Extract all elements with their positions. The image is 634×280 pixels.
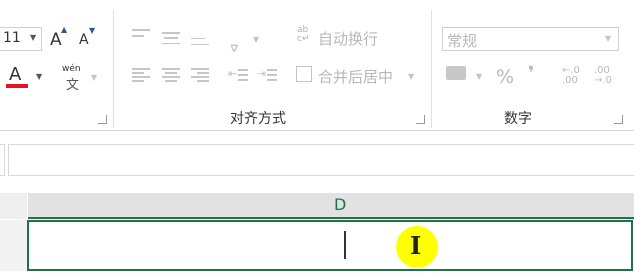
merge-center-icon [296, 66, 312, 82]
chevron-down-icon: ▼ [605, 34, 612, 43]
formula-input[interactable] [8, 144, 634, 176]
select-all-corner[interactable] [0, 193, 27, 219]
caret-down-icon: ▼ [89, 26, 96, 35]
orientation-icon[interactable]: ᢦ [230, 27, 239, 57]
number-format-value: 常规 [447, 32, 478, 50]
chevron-down-icon[interactable]: ▼ [253, 35, 259, 44]
decrease-decimal-bottom: →.0 [594, 75, 612, 86]
row-header[interactable] [0, 220, 27, 271]
number-group-label: 数字 [504, 111, 532, 127]
font-color-letter: A [9, 64, 22, 85]
chevron-down-icon: ▼ [30, 33, 37, 42]
accounting-format-button[interactable]: ▼ [446, 64, 486, 88]
text-caret [344, 231, 346, 259]
chevron-down-icon: ▼ [408, 72, 415, 81]
align-left-icon[interactable] [132, 68, 150, 82]
increase-decimal-button[interactable]: ←.0 .00 [562, 66, 586, 88]
align-middle-icon[interactable] [162, 32, 180, 44]
group-separator [113, 10, 114, 128]
align-center-icon[interactable] [162, 68, 180, 82]
font-color-swatch [6, 84, 28, 88]
percent-style-button[interactable]: % [496, 66, 514, 88]
font-group-launcher[interactable] [98, 115, 107, 124]
wrap-text-icon: ab c↵ [297, 25, 310, 44]
chevron-down-icon[interactable]: ▼ [91, 73, 97, 82]
chevron-down-icon[interactable]: ▼ [36, 72, 42, 81]
phonetic-char: 文 [66, 78, 80, 93]
align-right-icon[interactable] [191, 68, 209, 82]
active-cell[interactable] [27, 220, 633, 271]
align-top-icon[interactable] [132, 29, 150, 41]
increase-decimal-bottom: .00 [562, 75, 578, 86]
number-format-combo[interactable]: 常规 ▼ [442, 27, 619, 51]
currency-icon [446, 66, 466, 80]
alignment-group-launcher[interactable] [416, 115, 425, 124]
phonetic-guide-button[interactable]: wén 文 [62, 64, 86, 93]
column-header-D[interactable]: D [28, 193, 634, 219]
group-separator [431, 10, 432, 128]
number-group-launcher[interactable] [614, 115, 623, 124]
comma-style-button[interactable]: ❜ [528, 63, 534, 84]
merge-center-button[interactable]: 合并后居中 ▼ [294, 64, 424, 88]
decrease-decimal-button[interactable]: .00 →.0 [594, 66, 618, 88]
column-header-label: D [334, 195, 347, 214]
phonetic-pinyin: wén [62, 64, 81, 74]
name-box-edge[interactable] [0, 144, 5, 176]
merge-center-label: 合并后居中 [318, 68, 394, 86]
font-size-value: 11 [3, 30, 21, 46]
shrink-font-label: A [79, 32, 89, 48]
wrap-text-label: 自动换行 [318, 30, 379, 48]
chevron-down-icon: ▼ [476, 72, 483, 81]
decrease-indent-icon[interactable]: ⇤ [228, 67, 248, 83]
font-size-combo[interactable]: 11 ▼ [0, 27, 42, 51]
wrap-text-button[interactable]: ab c↵ 自动换行 [296, 26, 396, 50]
alignment-group-label: 对齐方式 [230, 111, 286, 127]
ribbon-bottom-border [0, 130, 634, 131]
caret-up-icon: ▲ [61, 25, 68, 34]
align-bottom-icon[interactable] [191, 33, 209, 45]
grow-font-label: A [50, 30, 62, 50]
increase-indent-icon[interactable]: ⇥ [257, 67, 277, 83]
shrink-font-button[interactable]: A ▼ [78, 26, 98, 50]
grow-font-button[interactable]: A ▲ [49, 25, 69, 50]
font-color-button[interactable]: A [6, 62, 28, 88]
text-cursor-icon: I [410, 231, 422, 260]
